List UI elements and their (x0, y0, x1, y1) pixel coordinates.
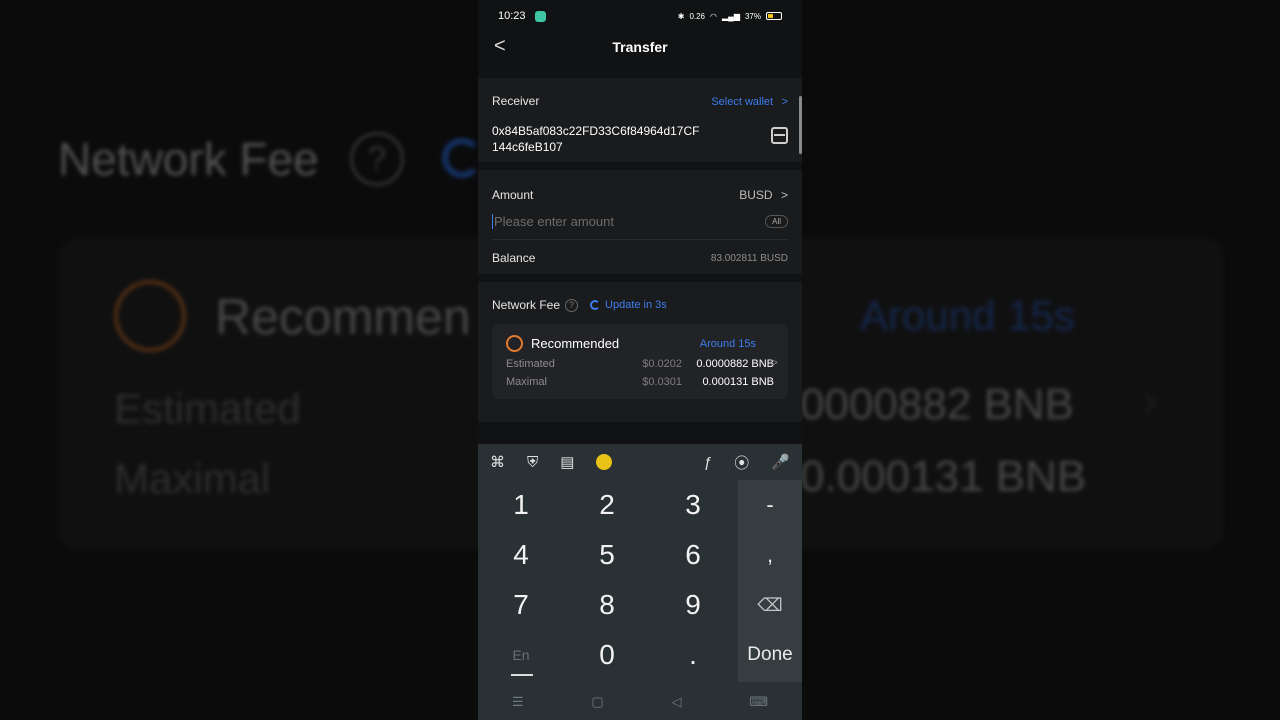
apps-icon[interactable]: ⌘ (490, 453, 505, 471)
key-8[interactable]: 8 (564, 580, 650, 630)
estimated-label: Estimated (506, 358, 555, 370)
fee-time: Around 15s (699, 337, 756, 350)
keyboard-toolbar: ⌘ ⛨ ▤ ƒ ⦿ 🎤 (478, 444, 802, 480)
maximal-fee-row: Maximal $0.0301 0.000131 BNB (506, 376, 774, 388)
estimated-fee-row: Estimated $0.0202 0.0000882 BNB (506, 358, 774, 370)
chevron-right-icon: > (780, 188, 788, 202)
phone-screen: 10:23 ✱ 0.26 ◠ ▂▄▆ 37% < Transfer Receiv… (478, 0, 802, 720)
net-speed: 0.26 (689, 11, 706, 21)
bg-maximal: Maximal (114, 455, 271, 502)
bg-recommended: Recommen (215, 289, 471, 345)
bg-estimated: Estimated (114, 385, 301, 432)
screen: Network Fee ? Recommen Around 15s Estima… (0, 0, 1280, 720)
key-2[interactable]: 2 (564, 480, 650, 530)
key-5[interactable]: 5 (564, 530, 650, 580)
bg-help-icon: ? (350, 132, 404, 186)
keyboard-icon[interactable]: ⌨ (749, 694, 768, 710)
backspace-icon[interactable]: ⌫ (738, 580, 802, 630)
address-line-2: 144c6feB107 (492, 140, 563, 154)
balance-value: 83.002811 BUSD (710, 252, 788, 264)
update-countdown: Update in 3s (605, 299, 667, 311)
page-title: Transfer (612, 39, 668, 55)
key-dash[interactable]: - (738, 480, 802, 530)
system-nav-bar: ☰ ▢ ◁ ⌨ (478, 683, 802, 720)
home-icon[interactable]: ▢ (591, 694, 603, 710)
token-label: BUSD (739, 188, 773, 202)
select-wallet-label: Select wallet (711, 96, 774, 108)
bg-bike-icon (114, 280, 186, 352)
maximal-label: Maximal (506, 376, 547, 388)
scan-qr-icon[interactable] (771, 127, 788, 144)
chevron-right-icon: > (769, 354, 778, 370)
wifi-icon: ◠ (710, 11, 717, 21)
fee-option-name: Recommended (531, 336, 620, 351)
key-dot[interactable]: . (650, 630, 736, 680)
scrollbar[interactable] (799, 96, 802, 154)
theme-icon[interactable]: ⛨ (527, 454, 538, 471)
status-bar: 10:23 ✱ 0.26 ◠ ▂▄▆ 37% (478, 0, 802, 32)
estimated-bnb: 0.0000882 BNB (696, 358, 774, 370)
chevron-right-icon: > (781, 96, 788, 108)
address-line-1: 0x84B5af083c22FD33C6f84964d17CF (492, 124, 700, 138)
balance-label: Balance (492, 251, 536, 265)
status-icons: ✱ 0.26 ◠ ▂▄▆ 37% (678, 12, 782, 21)
g-icon[interactable]: ⦿ (734, 452, 749, 473)
done-button[interactable]: Done (738, 630, 802, 680)
status-time: 10:23 (498, 10, 526, 22)
app-notification-icon (534, 10, 546, 22)
bg-estimated-value: 0000882 BNB (800, 380, 1074, 429)
back-button[interactable]: < (494, 35, 506, 58)
amount-placeholder: Please enter amount (492, 214, 614, 229)
refresh-spinner-icon (590, 300, 601, 310)
bg-around: Around 15s (860, 292, 1075, 339)
key-6[interactable]: 6 (650, 530, 736, 580)
bluetooth-icon: ✱ (677, 11, 685, 21)
amount-input[interactable]: Please enter amount All (492, 214, 788, 240)
menu-icon[interactable]: ☰ (512, 694, 524, 710)
coin-icon[interactable] (596, 454, 613, 470)
network-fee-section: Network Fee ? Update in 3s Recommended A… (478, 282, 802, 422)
battery-level: 37% (744, 11, 761, 21)
bg-spinner-icon (442, 138, 482, 178)
amount-section: Amount BUSD > Please enter amount All Ba… (478, 170, 802, 274)
key-1[interactable]: 1 (478, 480, 564, 530)
numeric-keyboard: ⌘ ⛨ ▤ ƒ ⦿ 🎤 1 2 3 4 5 6 7 8 9 En 0 . - ,… (478, 444, 802, 720)
key-9[interactable]: 9 (650, 580, 736, 630)
key-7[interactable]: 7 (478, 580, 564, 630)
bg-maximal-value: 0.000131 BNB (800, 452, 1087, 501)
chevron-left-icon: < (494, 35, 506, 57)
maximal-bnb: 0.000131 BNB (702, 376, 774, 388)
receiver-label: Receiver (492, 94, 540, 108)
font-icon[interactable]: ƒ (704, 454, 712, 471)
estimated-usd: $0.0202 (642, 358, 682, 370)
bg-network-fee: Network Fee (58, 133, 319, 185)
language-indicator (511, 674, 533, 676)
bg-chevron-right-icon: › (1142, 373, 1158, 425)
select-wallet-link[interactable]: Select wallet > (711, 92, 788, 110)
navbar: < Transfer (478, 32, 802, 62)
all-button[interactable]: All (765, 215, 788, 228)
key-0[interactable]: 0 (564, 630, 650, 680)
bike-icon (506, 335, 523, 352)
receiver-address-field[interactable]: 0x84B5af083c22FD33C6f84964d17CF 144c6feB… (492, 123, 742, 155)
fee-option-card[interactable]: Recommended Around 15s Estimated $0.0202… (492, 324, 788, 399)
signal-icon: ▂▄▆ (722, 11, 740, 21)
battery-icon (766, 12, 782, 20)
key-grid: 1 2 3 4 5 6 7 8 9 En 0 . - , ⌫ Done (478, 480, 802, 680)
token-selector[interactable]: BUSD > (739, 186, 788, 204)
help-icon[interactable]: ? (565, 298, 579, 312)
language-key[interactable]: En (478, 630, 564, 680)
key-4[interactable]: 4 (478, 530, 564, 580)
network-fee-label: Network Fee (492, 298, 561, 312)
back-icon[interactable]: ◁ (671, 694, 681, 710)
key-comma[interactable]: , (738, 530, 802, 580)
maximal-usd: $0.0301 (642, 376, 682, 388)
clipboard-icon[interactable]: ▤ (560, 453, 574, 471)
key-3[interactable]: 3 (650, 480, 736, 530)
amount-label: Amount (492, 188, 534, 202)
receiver-section: Receiver Select wallet > 0x84B5af083c22F… (478, 78, 802, 162)
microphone-icon[interactable]: 🎤 (771, 453, 790, 471)
